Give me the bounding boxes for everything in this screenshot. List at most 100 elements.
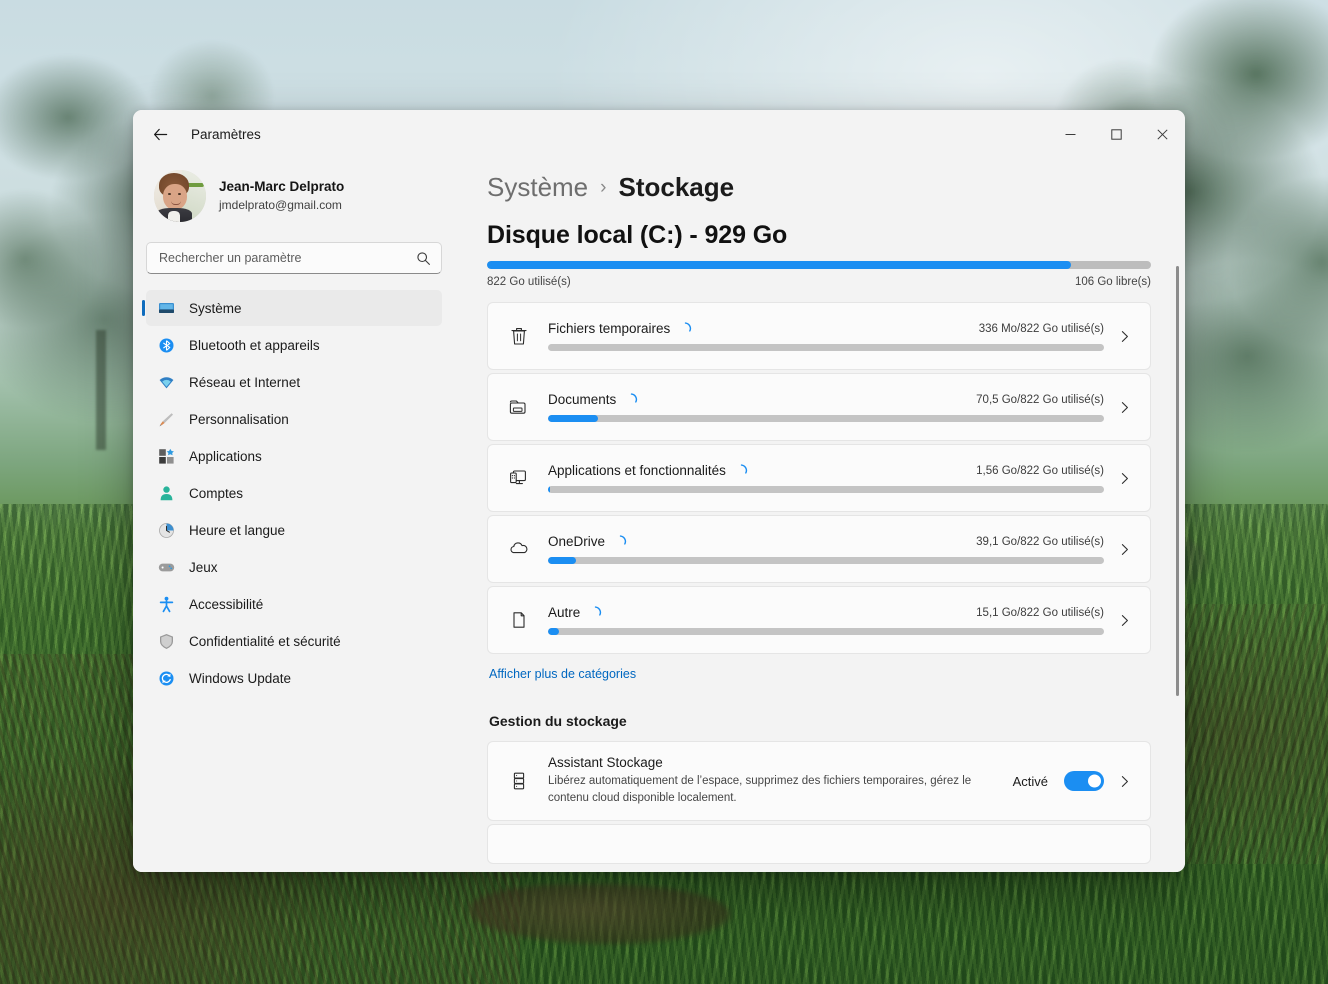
chevron-right-icon[interactable] — [1110, 401, 1138, 414]
bluetooth-icon — [157, 336, 175, 354]
category-bar-fill — [548, 415, 599, 422]
category-amount: 1,56 Go/822 Go utilisé(s) — [976, 464, 1104, 477]
accessibility-icon — [157, 595, 175, 613]
storage-categories: Fichiers temporaires 336 Mo/822 Go utili… — [487, 302, 1151, 654]
breadcrumb-current: Stockage — [618, 172, 735, 202]
shield-icon — [157, 632, 175, 650]
folder-icon — [504, 392, 534, 422]
update-icon — [157, 669, 175, 687]
tree-trunk — [96, 330, 106, 450]
loading-spinner-icon — [595, 606, 602, 616]
apps-monitor-icon — [504, 463, 534, 493]
main-content: Système › Stockage Disque local (C:) - 9… — [455, 158, 1185, 872]
sidebar-item-label: Applications — [189, 448, 262, 464]
toggle-state-label: Activé — [1012, 773, 1048, 789]
storage-category-row[interactable]: Autre 15,1 Go/822 Go utilisé(s) — [487, 586, 1151, 654]
sidebar-item-label: Personnalisation — [189, 411, 289, 427]
search-input[interactable] — [159, 251, 416, 265]
sidebar-item-windows-update[interactable]: Windows Update — [146, 660, 442, 696]
storage-category-row[interactable]: Applications et fonctionnalités 1,56 Go/… — [487, 444, 1151, 512]
section-title-storage-management: Gestion du stockage — [489, 713, 627, 729]
sidebar-item-heure[interactable]: Heure et langue — [146, 512, 442, 548]
next-settings-row-partial[interactable] — [487, 824, 1151, 864]
sidebar-item-label: Système — [189, 300, 242, 316]
sidebar-nav: Système Bluetooth et appareils Réseau et… — [146, 290, 442, 696]
storage-sense-row[interactable]: Assistant Stockage Libérez automatiqueme… — [487, 741, 1151, 821]
clock-icon — [157, 521, 175, 539]
back-arrow-icon — [153, 128, 167, 140]
sidebar-item-personnalisation[interactable]: Personnalisation — [146, 401, 442, 437]
storage-sense-toggle-group: Activé — [997, 771, 1104, 791]
category-bar — [548, 628, 1104, 635]
category-bar-fill — [548, 628, 560, 635]
sidebar-item-comptes[interactable]: Comptes — [146, 475, 442, 511]
category-label: OneDrive — [548, 534, 606, 549]
sidebar-item-applications[interactable]: Applications — [146, 438, 442, 474]
storage-category-row[interactable]: Documents 70,5 Go/822 Go utilisé(s) — [487, 373, 1151, 441]
sidebar-item-label: Jeux — [189, 559, 218, 575]
sidebar-item-accessibilite[interactable]: Accessibilité — [146, 586, 442, 622]
category-bar — [548, 557, 1104, 564]
storage-sense-title: Assistant Stockage — [548, 755, 663, 771]
sidebar-item-bluetooth[interactable]: Bluetooth et appareils — [146, 327, 442, 363]
monitor-icon — [157, 299, 175, 317]
cloud-icon — [504, 534, 534, 564]
storage-sense-description: Libérez automatiquement de l’espace, sup… — [548, 775, 972, 804]
sidebar-item-jeux[interactable]: Jeux — [146, 549, 442, 585]
chevron-right-icon[interactable] — [1110, 614, 1138, 627]
chevron-right-icon[interactable] — [1110, 775, 1138, 788]
window-body: Jean-Marc Delprato jmdelprato@gmail.com — [133, 158, 1185, 872]
back-button[interactable] — [143, 118, 177, 150]
scrollbar-thumb[interactable] — [1176, 266, 1179, 696]
settings-window: Paramètres Jean-Marc Delprato jmdelprato… — [133, 110, 1185, 872]
minimize-button[interactable] — [1047, 110, 1093, 158]
chevron-right-icon[interactable] — [1110, 543, 1138, 556]
category-bar — [548, 344, 1104, 351]
storage-category-row[interactable]: OneDrive 39,1 Go/822 Go utilisé(s) — [487, 515, 1151, 583]
wifi-icon — [157, 373, 175, 391]
paintbrush-icon — [157, 410, 175, 428]
person-icon — [157, 484, 175, 502]
window-controls — [1047, 110, 1185, 158]
sidebar-item-label: Windows Update — [189, 670, 292, 686]
apps-icon — [157, 447, 175, 465]
category-amount: 336 Mo/822 Go utilisé(s) — [978, 322, 1104, 335]
toggle-knob — [1088, 774, 1101, 788]
user-profile[interactable]: Jean-Marc Delprato jmdelprato@gmail.com — [146, 158, 442, 236]
chevron-right-icon[interactable] — [1110, 472, 1138, 485]
close-icon — [1156, 128, 1168, 140]
maximize-icon — [1110, 128, 1122, 140]
category-amount: 70,5 Go/822 Go utilisé(s) — [976, 393, 1104, 406]
search-box[interactable] — [146, 242, 442, 274]
sidebar-item-confidentialite[interactable]: Confidentialité et sécurité — [146, 623, 442, 659]
maximize-button[interactable] — [1093, 110, 1139, 158]
sidebar-item-label: Accessibilité — [189, 596, 264, 612]
minimize-icon — [1065, 133, 1075, 135]
sidebar-item-systeme[interactable]: Système — [146, 290, 442, 326]
storage-category-row[interactable]: Fichiers temporaires 336 Mo/822 Go utili… — [487, 302, 1151, 370]
category-bar-fill — [548, 486, 551, 493]
category-label: Documents — [548, 392, 617, 407]
trash-icon — [504, 321, 534, 351]
disk-usage-meta: 822 Go utilisé(s) 106 Go libre(s) — [487, 276, 1151, 288]
sidebar-item-reseau[interactable]: Réseau et Internet — [146, 364, 442, 400]
category-amount: 15,1 Go/822 Go utilisé(s) — [976, 606, 1104, 619]
chevron-right-icon[interactable] — [1110, 330, 1138, 343]
close-button[interactable] — [1139, 110, 1185, 158]
avatar — [154, 170, 206, 222]
category-label: Autre — [548, 605, 581, 620]
storage-sense-toggle[interactable] — [1064, 771, 1104, 791]
disk-title: Disque local (C:) - 929 Go — [487, 221, 788, 249]
category-label: Fichiers temporaires — [548, 321, 671, 336]
disk-used-label: 822 Go utilisé(s) — [487, 276, 571, 288]
category-bar — [548, 486, 1104, 493]
category-label: Applications et fonctionnalités — [548, 463, 726, 478]
loading-spinner-icon — [631, 393, 638, 403]
disk-usage-bar — [487, 261, 1151, 269]
loading-spinner-icon — [619, 535, 627, 545]
title-bar: Paramètres — [133, 110, 1185, 158]
show-more-categories-link[interactable]: Afficher plus de catégories — [489, 667, 636, 681]
gamepad-icon — [157, 558, 175, 576]
content-scrollbar[interactable] — [1175, 206, 1181, 866]
breadcrumb-parent[interactable]: Système — [487, 172, 588, 203]
